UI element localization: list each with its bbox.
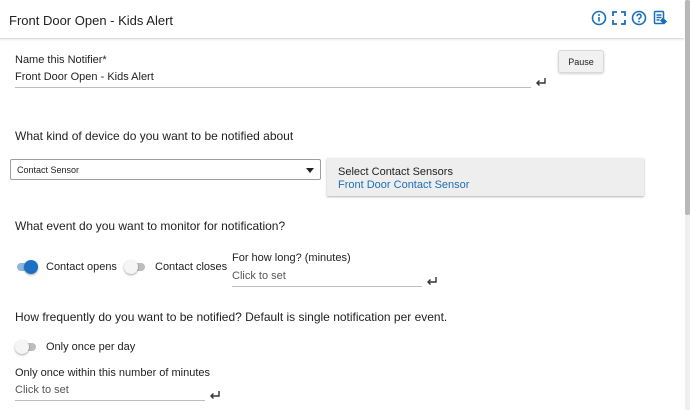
contact-opens-label: Contact opens <box>46 261 117 273</box>
name-field-label: Name this Notifier* <box>15 54 107 66</box>
scrollbar-thumb[interactable] <box>685 0 690 215</box>
contact-closes-label: Contact closes <box>155 261 228 273</box>
select-contact-sensors-panel[interactable]: Select Contact Sensors Front Door Contac… <box>327 158 644 196</box>
once-per-day-toggle[interactable] <box>15 340 38 354</box>
name-field-underline <box>15 87 531 88</box>
duration-underline <box>232 286 422 287</box>
enter-icon[interactable] <box>426 274 438 286</box>
enter-icon[interactable] <box>535 75 547 87</box>
within-minutes-underline <box>15 400 205 401</box>
info-icon[interactable] <box>590 9 608 27</box>
duration-input[interactable]: Click to set <box>232 270 286 282</box>
fullscreen-icon[interactable] <box>610 9 628 27</box>
enter-icon[interactable] <box>209 388 221 400</box>
event-question: What event do you want to monitor for no… <box>15 219 286 233</box>
pause-button[interactable]: Pause <box>558 50 604 73</box>
duration-label: For how long? (minutes) <box>232 252 351 264</box>
name-field-input[interactable]: Front Door Open - Kids Alert <box>15 71 154 83</box>
once-per-day-label: Only once per day <box>46 341 136 353</box>
frequency-question: How frequently do you want to be notifie… <box>15 310 448 324</box>
within-minutes-label: Only once within this number of minutes <box>15 367 211 379</box>
caret-down-icon <box>306 168 314 173</box>
device-panel-title: Select Contact Sensors <box>338 166 453 178</box>
page-title: Front Door Open - Kids Alert <box>9 13 174 28</box>
selected-device-link[interactable]: Front Door Contact Sensor <box>338 179 469 191</box>
document-icon[interactable] <box>651 9 669 27</box>
device-question: What kind of device do you want to be no… <box>15 129 294 143</box>
contact-opens-toggle[interactable] <box>15 260 38 274</box>
device-type-select[interactable]: Contact Sensor <box>10 159 321 180</box>
help-icon[interactable] <box>630 9 648 27</box>
device-type-select-value: Contact Sensor <box>17 165 80 175</box>
within-minutes-input[interactable]: Click to set <box>15 384 69 396</box>
contact-closes-toggle[interactable] <box>124 260 147 274</box>
